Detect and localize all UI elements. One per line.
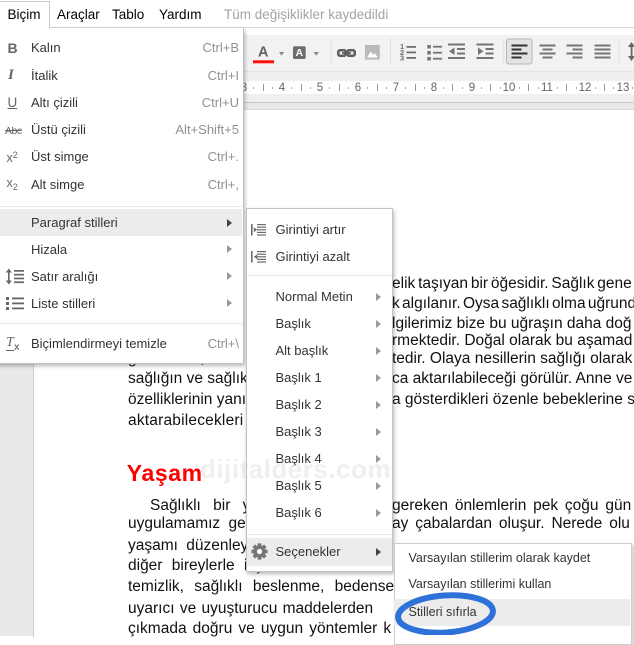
svg-text:A: A <box>258 44 269 60</box>
svg-text:3: 3 <box>400 53 404 62</box>
svg-text:A: A <box>296 47 304 59</box>
